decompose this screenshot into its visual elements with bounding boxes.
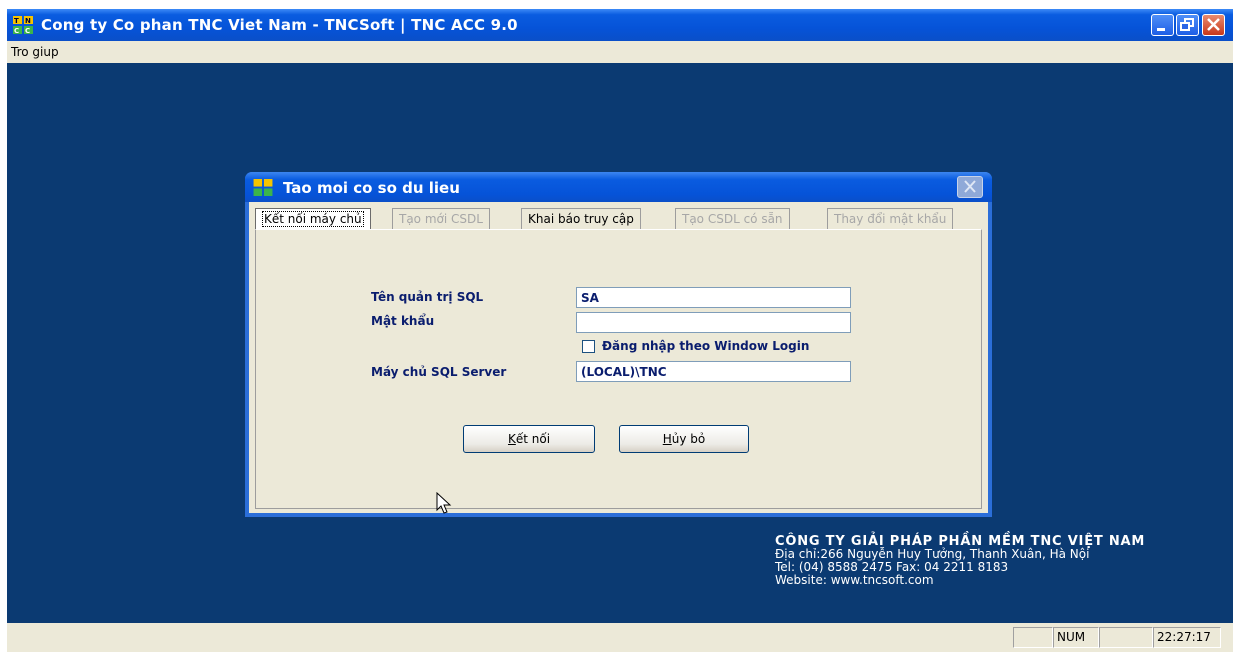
- svg-text:N: N: [25, 17, 31, 25]
- connect-label: ết nối: [515, 432, 551, 446]
- sql-server-input[interactable]: [576, 361, 851, 382]
- tab-label: Thay đổi mật khẩu: [834, 212, 947, 226]
- svg-text:C: C: [14, 27, 19, 34]
- svg-text:C: C: [25, 27, 30, 34]
- tab-label: Tạo mới CSDL: [399, 212, 483, 226]
- tab-change-password[interactable]: Thay đổi mật khẩu: [827, 208, 954, 229]
- sql-server-label: Máy chủ SQL Server: [371, 365, 507, 379]
- cancel-label: ủy bỏ: [671, 432, 706, 446]
- restore-button[interactable]: [1176, 14, 1199, 36]
- connect-button[interactable]: Kết nối: [463, 425, 595, 453]
- windows-login-label: Đăng nhập theo Window Login: [602, 339, 810, 353]
- tab-label: Khai báo truy cập: [528, 212, 634, 226]
- company-website: Website: www.tncsoft.com: [775, 573, 934, 587]
- status-bar: NUM 22:27:17: [7, 623, 1233, 652]
- title-bar[interactable]: T N C C Cong ty Co phan TNC Viet Nam - T…: [7, 9, 1233, 41]
- status-clock: 22:27:17: [1153, 627, 1221, 648]
- mouse-cursor-icon: [436, 492, 452, 514]
- tab-connect-server[interactable]: Kết nối máy chủ: [255, 208, 371, 229]
- password-input[interactable]: [576, 312, 851, 333]
- minimize-icon: [1157, 28, 1165, 31]
- menu-help[interactable]: Tro giup: [11, 45, 59, 59]
- connect-hotkey: K: [507, 432, 516, 446]
- tab-label: Kết nối máy chủ: [262, 211, 364, 227]
- dialog-body: Kết nối máy chủ Tạo mới CSDL Khai báo tr…: [249, 202, 988, 513]
- cancel-hotkey: H: [662, 432, 672, 446]
- close-icon: [964, 180, 976, 193]
- dialog-title: Tao moi co so du lieu: [283, 179, 460, 197]
- tab-label: Tạo CSDL có sẵn: [682, 212, 783, 226]
- dialog-title-bar[interactable]: Tao moi co so du lieu: [245, 172, 992, 202]
- dialog-close-button[interactable]: [957, 176, 983, 198]
- tnc-logo-icon: [253, 179, 273, 196]
- status-cell-empty: [1013, 627, 1053, 648]
- restore-icon: [1180, 18, 1194, 31]
- tab-access-declaration[interactable]: Khai báo truy cập: [521, 208, 641, 229]
- cancel-button[interactable]: Hủy bỏ: [619, 425, 749, 453]
- windows-login-checkbox[interactable]: [582, 340, 595, 353]
- create-database-dialog: Tao moi co so du lieu Kết nối máy chủ Tạ…: [245, 172, 992, 517]
- password-label: Mật khẩu: [371, 314, 435, 328]
- status-cell-empty-2: [1099, 627, 1153, 648]
- menu-bar: Tro giup: [7, 41, 1233, 63]
- sql-admin-label: Tên quản trị SQL: [371, 290, 484, 304]
- tab-create-database[interactable]: Tạo mới CSDL: [392, 208, 490, 229]
- svg-text:T: T: [14, 17, 19, 25]
- close-icon: [1207, 18, 1220, 31]
- close-button[interactable]: [1202, 14, 1225, 36]
- tab-existing-database[interactable]: Tạo CSDL có sẵn: [675, 208, 790, 229]
- tnc-logo-icon: T N C C: [13, 16, 33, 34]
- sql-admin-input[interactable]: [576, 287, 851, 308]
- company-info: CÔNG TY GIẢI PHÁP PHẦN MỀM TNC VIỆT NAM …: [775, 535, 1145, 587]
- minimize-button[interactable]: [1151, 14, 1174, 36]
- status-num: NUM: [1053, 627, 1099, 648]
- window-title: Cong ty Co phan TNC Viet Nam - TNCSoft |…: [41, 16, 518, 34]
